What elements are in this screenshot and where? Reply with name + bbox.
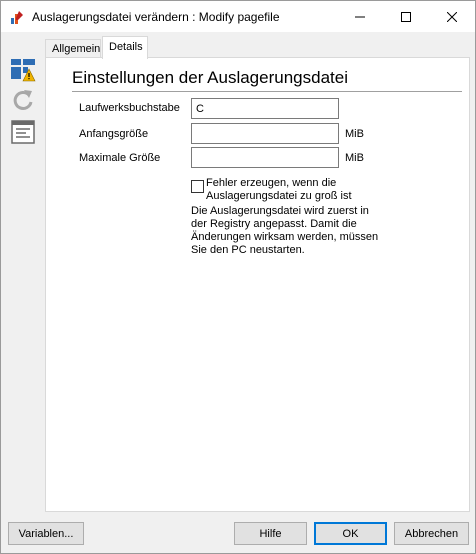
minimize-icon (355, 16, 365, 17)
initial-size-input[interactable] (191, 123, 339, 144)
info-line: Die Auslagerungsdatei wird zuerst in (191, 205, 369, 217)
info-line: der Registry angepasst. Damit die (191, 218, 357, 230)
minimize-button[interactable] (337, 1, 383, 32)
variables-button[interactable]: Variablen... (8, 522, 84, 545)
error-label-line-1: Fehler erzeugen, wenn die (206, 177, 337, 189)
max-size-input[interactable] (191, 147, 339, 168)
sidebar-item-refresh[interactable] (10, 87, 36, 113)
cancel-button[interactable]: Abbrechen (394, 522, 469, 545)
ok-button[interactable]: OK (314, 522, 387, 545)
close-button[interactable] (429, 1, 475, 32)
tab-details[interactable]: Details (102, 36, 148, 59)
initial-size-unit: MiB (345, 128, 364, 140)
info-line: Sie den PC neustarten. (191, 244, 305, 256)
drive-letter-input[interactable] (191, 98, 339, 119)
maximize-icon (401, 11, 411, 22)
app-icon (9, 9, 25, 25)
drive-letter-label: Laufwerksbuchstabe (79, 102, 180, 114)
maximize-button[interactable] (383, 1, 429, 32)
window-title: Auslagerungsdatei verändern : Modify pag… (32, 10, 280, 24)
sidebar-item-document[interactable] (10, 119, 36, 145)
layout-warning-icon (11, 59, 36, 82)
max-size-unit: MiB (345, 152, 364, 164)
section-heading: Einstellungen der Auslagerungsdatei (72, 68, 348, 87)
info-text: Die Auslagerungsdatei wird zuerst in der… (191, 205, 391, 257)
help-button[interactable]: Hilfe (234, 522, 307, 545)
details-panel: Einstellungen der Auslagerungsdatei Lauf… (45, 57, 470, 512)
close-icon (447, 11, 457, 22)
initial-size-label: Anfangsgröße (79, 128, 149, 140)
title-bar: Auslagerungsdatei verändern : Modify pag… (1, 1, 475, 32)
sidebar-item-layout[interactable] (10, 57, 36, 83)
info-line: Änderungen wirksam werden, müssen (191, 231, 379, 243)
error-too-large-label[interactable]: Fehler erzeugen, wenn die Auslagerungsda… (206, 177, 386, 203)
dialog-window: Auslagerungsdatei verändern : Modify pag… (0, 0, 476, 554)
refresh-icon (13, 90, 33, 110)
error-too-large-checkbox[interactable] (191, 180, 204, 193)
section-divider (72, 91, 462, 92)
error-label-line-2: Auslagerungsdatei zu groß ist (206, 190, 352, 202)
max-size-label: Maximale Größe (79, 152, 161, 164)
tab-allgemein[interactable]: Allgemein (45, 39, 101, 58)
document-list-icon (11, 120, 35, 144)
